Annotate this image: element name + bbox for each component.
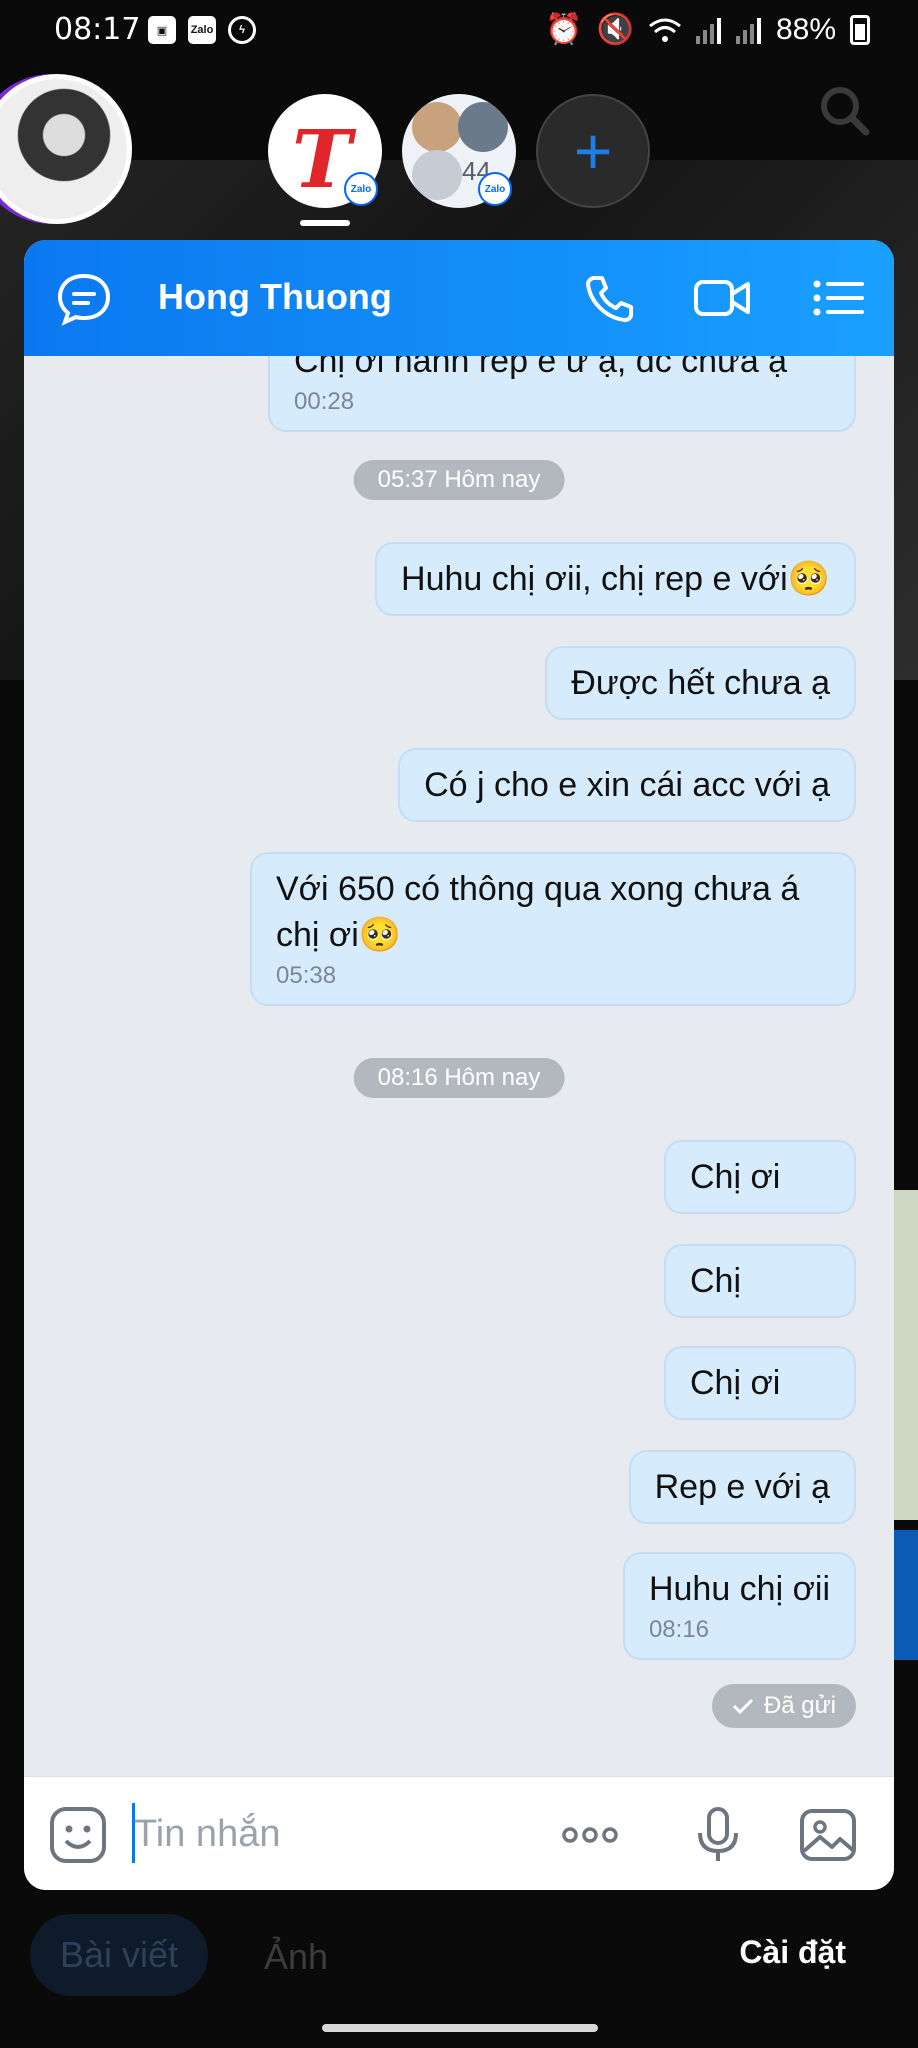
message-bubble[interactable]: Huhu chị ơii, chị rep e với🥺 xyxy=(375,542,856,616)
message-text: Chị xyxy=(690,1262,742,1300)
message-text: Huhu chị ơii xyxy=(648,1570,830,1608)
tab-photos[interactable]: Ảnh xyxy=(264,1936,328,1978)
t-logo-icon: T xyxy=(292,112,352,206)
message-bubble[interactable]: Huhu chị ơii 08:16 xyxy=(622,1552,856,1660)
active-head-indicator xyxy=(300,220,350,226)
chat-bubble-icon[interactable] xyxy=(54,270,114,326)
message-bubble[interactable]: Với 650 có thông qua xong chưa á chị ơi🥺… xyxy=(250,852,856,1006)
mute-icon: 🔇 xyxy=(596,13,634,46)
phone-icon[interactable] xyxy=(580,270,640,326)
group-member-avatar xyxy=(412,102,462,152)
video-camera-icon[interactable] xyxy=(692,270,752,326)
message-text: Chị ơi hanh rep e ư ạ, đc chưa ạ xyxy=(294,356,788,380)
zalo-badge: Zalo xyxy=(344,172,378,206)
message-text: Chị ơi xyxy=(690,1364,781,1402)
wifi-icon xyxy=(649,18,681,42)
group-member-avatar xyxy=(458,102,508,152)
message-bubble[interactable]: Chị xyxy=(664,1244,856,1318)
message-text: Chị ơi xyxy=(690,1158,781,1196)
add-chat-head-button[interactable]: + xyxy=(536,94,650,208)
message-composer xyxy=(24,1776,894,1890)
chat-title: Hong Thuong xyxy=(158,276,392,317)
image-icon: ▣ xyxy=(148,16,176,44)
plus-icon: + xyxy=(573,114,613,188)
check-icon xyxy=(732,1698,753,1715)
background-strip xyxy=(890,1190,918,1520)
message-time: 08:16 xyxy=(648,1616,710,1643)
image-icon[interactable] xyxy=(798,1805,858,1865)
message-time: 00:28 xyxy=(294,388,355,415)
battery-icon xyxy=(850,14,870,45)
message-text: Có j cho e xin cái acc với ạ xyxy=(424,766,830,804)
zalo-icon: Zalo xyxy=(188,16,216,44)
notification-icons: ▣ Zalo ϟ xyxy=(148,16,256,44)
chat-header: Hong Thuong xyxy=(24,240,894,356)
group-member-avatar xyxy=(412,150,462,200)
status-time: 08:17 xyxy=(54,12,141,47)
message-list[interactable]: Chị ơi hanh rep e ư ạ, đc chưa ạ 00:28 0… xyxy=(24,356,894,1776)
zalo-badge: Zalo xyxy=(478,172,512,206)
signal-icon xyxy=(695,17,721,44)
microphone-icon[interactable] xyxy=(688,1805,748,1865)
tab-posts[interactable]: Bài viết xyxy=(30,1914,209,1996)
messenger-icon: ϟ xyxy=(228,16,256,44)
message-bubble[interactable]: Có j cho e xin cái acc với ạ xyxy=(398,748,856,822)
emoji-icon[interactable] xyxy=(48,1805,108,1865)
signal-icon xyxy=(735,17,761,44)
message-bubble[interactable]: Rep e với ạ xyxy=(628,1450,856,1524)
message-text: Rep e với ạ xyxy=(654,1468,830,1506)
sent-status-label: Đã gửi xyxy=(763,1692,836,1719)
message-bubble[interactable]: Chị ơi xyxy=(664,1346,856,1420)
home-indicator[interactable] xyxy=(322,2024,598,2032)
date-divider: 08:16 Hôm nay xyxy=(353,1058,565,1098)
message-bubble[interactable]: Chị ơi hanh rep e ư ạ, đc chưa ạ 00:28 xyxy=(268,356,856,432)
alarm-icon: ⏰ xyxy=(545,13,583,46)
message-bubble[interactable]: Được hết chưa ạ xyxy=(545,646,856,720)
screen: 08:17 ▣ Zalo ϟ ⏰ 🔇 88% T Zalo 44 Zalo + xyxy=(0,0,918,2048)
message-input[interactable] xyxy=(134,1799,534,1869)
message-text: Với 650 có thông qua xong chưa á chị ơi🥺 xyxy=(276,870,800,954)
background-strip xyxy=(890,1530,918,1660)
list-icon[interactable] xyxy=(808,270,868,326)
system-icons: ⏰ 🔇 88% xyxy=(545,12,870,47)
settings-link[interactable]: Cài đặt xyxy=(739,1934,846,1971)
battery-level: 88% xyxy=(775,12,836,46)
profile-tabs: Bài viết Ảnh Cài đặt xyxy=(0,1900,918,2010)
message-time: 05:38 xyxy=(276,962,337,989)
status-bar: 08:17 ▣ Zalo ϟ ⏰ 🔇 88% xyxy=(0,0,918,60)
message-bubble[interactable]: Chị ơi xyxy=(664,1140,856,1214)
more-icon[interactable] xyxy=(560,1805,620,1865)
date-divider: 05:37 Hôm nay xyxy=(353,460,565,500)
message-text: Huhu chị ơii, chị rep e với🥺 xyxy=(401,560,830,598)
chat-window: Hong Thuong Chị ơi hanh rep e ư ạ, đc ch… xyxy=(24,240,894,1890)
search-icon[interactable] xyxy=(816,82,872,138)
sent-status-badge: Đã gửi xyxy=(711,1684,856,1728)
message-text: Được hết chưa ạ xyxy=(571,664,830,702)
